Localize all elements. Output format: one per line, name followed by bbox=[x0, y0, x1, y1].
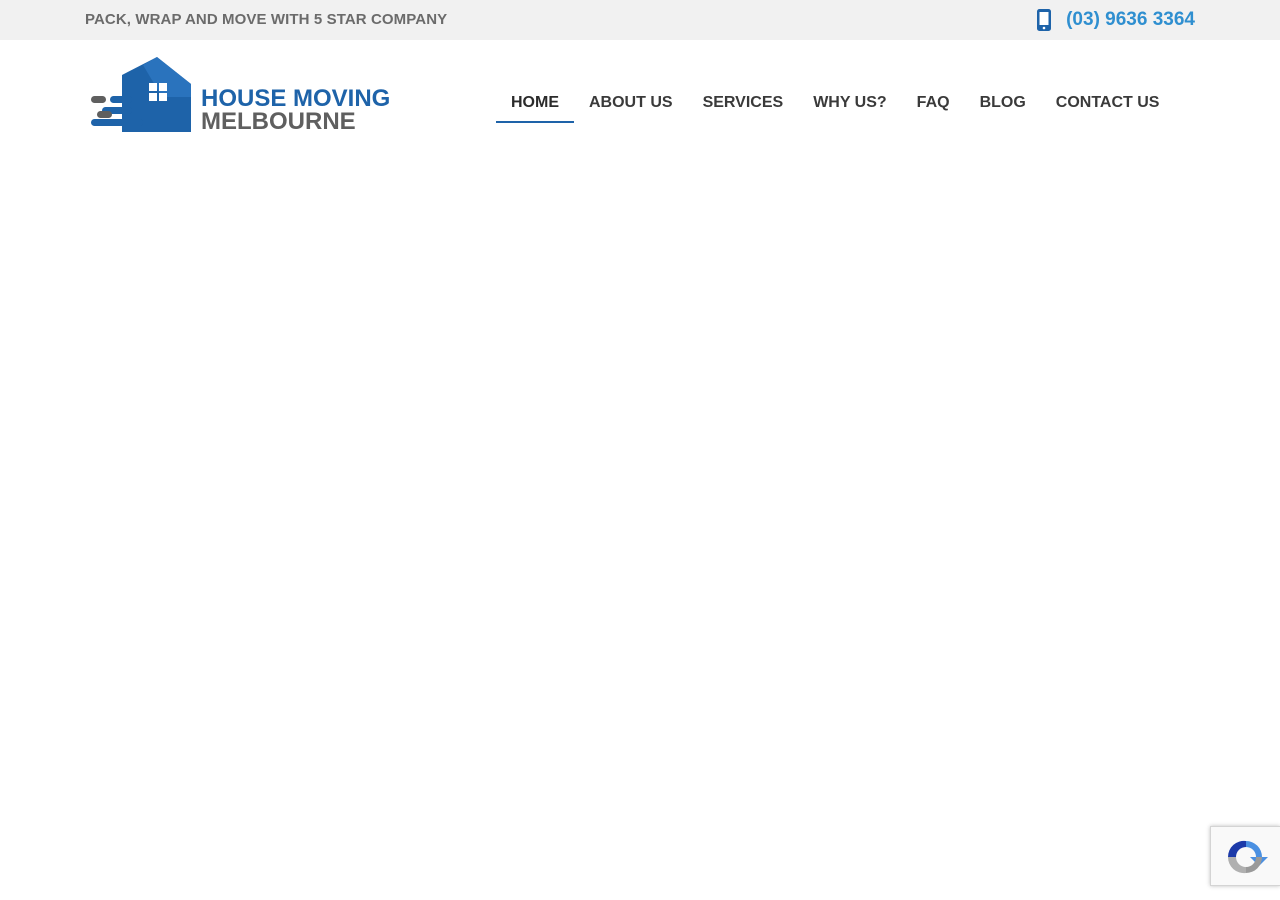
logo-subtitle: MELBOURNE bbox=[201, 108, 356, 135]
nav-item-faq[interactable]: FAQ bbox=[902, 88, 965, 123]
site-logo[interactable]: HOUSE MOVING MELBOURNE bbox=[90, 57, 410, 137]
phone-number: (03) 9636 3364 bbox=[1066, 9, 1195, 30]
recaptcha-badge[interactable] bbox=[1210, 826, 1280, 886]
mobile-phone-icon bbox=[1037, 9, 1052, 31]
nav-item-about-us[interactable]: ABOUT US bbox=[574, 88, 688, 123]
house-moving-logo-icon bbox=[91, 57, 191, 132]
tagline: PACK, WRAP AND MOVE WITH 5 STAR COMPANY bbox=[85, 11, 448, 28]
nav-item-contact-us[interactable]: CONTACT US bbox=[1041, 88, 1175, 123]
nav-item-why-us[interactable]: WHY US? bbox=[798, 88, 901, 123]
nav-item-blog[interactable]: BLOG bbox=[965, 88, 1041, 123]
nav-item-home[interactable]: HOME bbox=[496, 88, 574, 123]
phone-link[interactable]: (03) 9636 3364 bbox=[1036, 8, 1195, 32]
top-bar: PACK, WRAP AND MOVE WITH 5 STAR COMPANY … bbox=[0, 0, 1280, 40]
recaptcha-icon bbox=[1227, 840, 1268, 874]
main-nav: HOME ABOUT US SERVICES WHY US? FAQ BLOG … bbox=[496, 88, 1174, 123]
nav-item-services[interactable]: SERVICES bbox=[688, 88, 799, 123]
